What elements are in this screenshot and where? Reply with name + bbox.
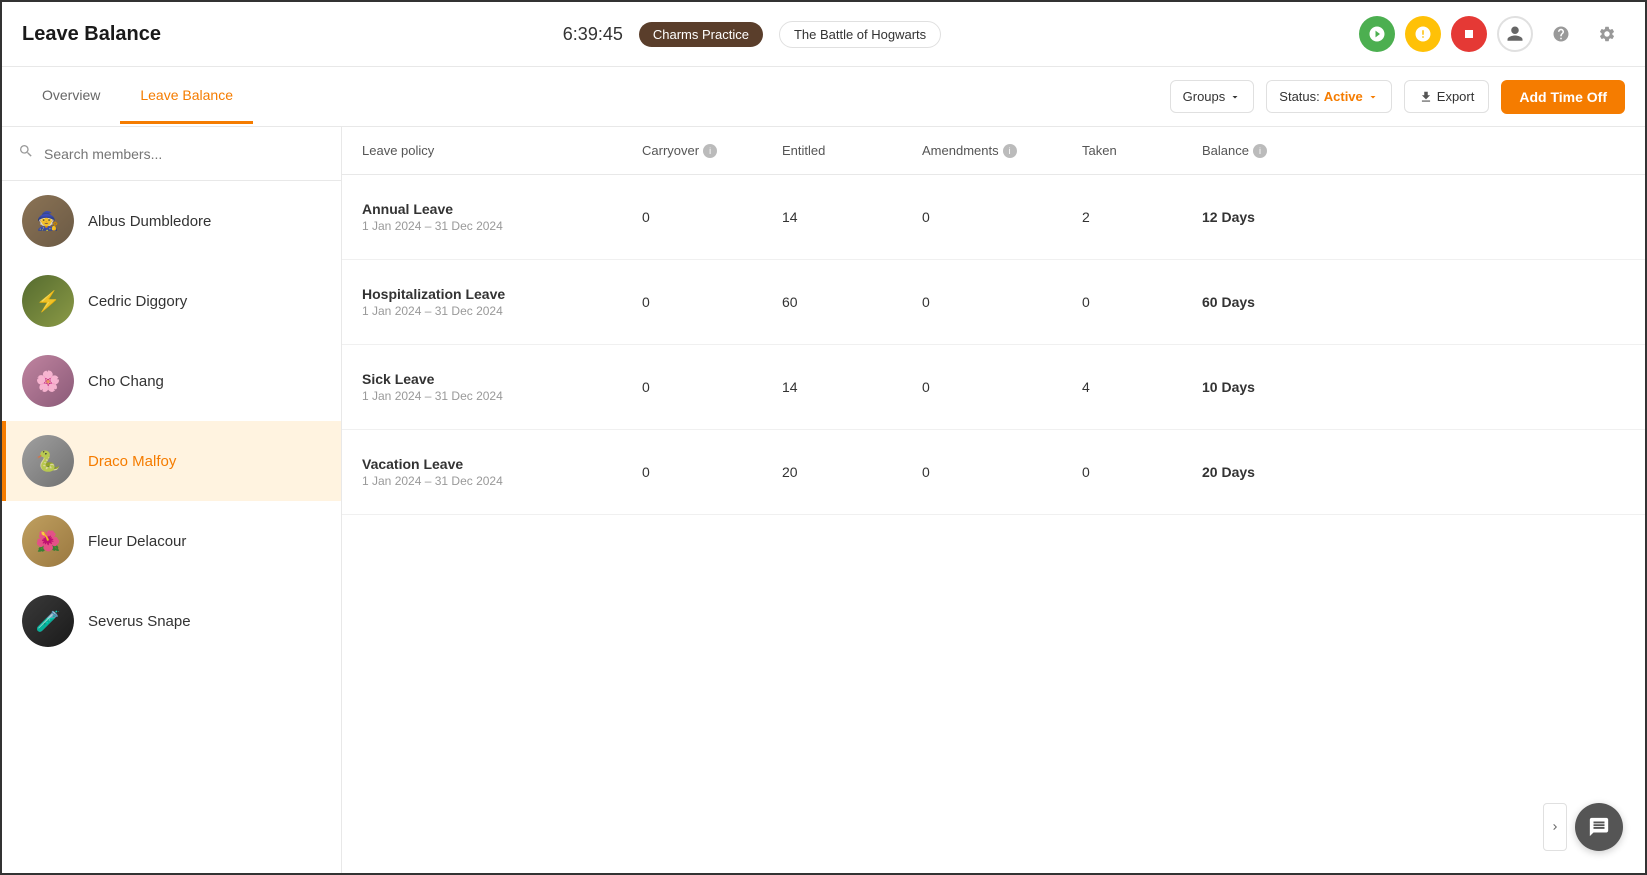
avatar-draco: 🐍 (22, 435, 74, 487)
col-carryover: Carryover i (642, 143, 782, 158)
edit-sick-button[interactable] (1382, 371, 1414, 403)
table-row-sick: Sick Leave 1 Jan 2024 – 31 Dec 2024 0 14… (342, 345, 1645, 430)
member-name-cedric: Cedric Diggory (88, 293, 187, 310)
page-title: Leave Balance (22, 23, 161, 46)
taken-hospitalization: 0 (1082, 294, 1202, 310)
avatar-severus: 🧪 (22, 595, 74, 647)
settings-icon[interactable] (1589, 16, 1625, 52)
reset-sick-button[interactable] (1420, 371, 1452, 403)
member-item-cedric[interactable]: ⚡ Cedric Diggory (2, 261, 341, 341)
balance-hospitalization: 60 Days (1202, 294, 1382, 310)
edit-annual-button[interactable] (1382, 201, 1414, 233)
charms-badge[interactable]: Charms Practice (639, 22, 763, 47)
member-item-severus[interactable]: 🧪 Severus Snape (2, 581, 341, 661)
reset-annual-button[interactable] (1420, 201, 1452, 233)
member-name-fleur: Fleur Delacour (88, 533, 186, 550)
balance-vacation: 20 Days (1202, 464, 1382, 480)
entitled-vacation: 20 (782, 464, 922, 480)
add-time-off-button[interactable]: Add Time Off (1501, 80, 1625, 114)
balance-sick: 10 Days (1202, 379, 1382, 395)
question-icon[interactable] (1543, 16, 1579, 52)
col-taken: Taken (1082, 143, 1202, 158)
status-filter[interactable]: Status: Active (1266, 80, 1392, 113)
chat-bubble[interactable] (1575, 803, 1623, 851)
taken-vacation: 0 (1082, 464, 1202, 480)
green-icon[interactable] (1359, 16, 1395, 52)
carryover-vacation: 0 (642, 464, 782, 480)
yellow-icon[interactable] (1405, 16, 1441, 52)
col-actions (1382, 143, 1462, 158)
amendments-sick: 0 (922, 379, 1082, 395)
member-name-draco: Draco Malfoy (88, 453, 176, 470)
avatar-cedric: ⚡ (22, 275, 74, 327)
carryover-hospitalization: 0 (642, 294, 782, 310)
reset-vacation-button[interactable] (1420, 456, 1452, 488)
table-header: Leave policy Carryover i Entitled Amendm… (342, 127, 1645, 175)
member-item-dumbledore[interactable]: 🧙 Albus Dumbledore (2, 181, 341, 261)
amendments-vacation: 0 (922, 464, 1082, 480)
policy-hospitalization: Hospitalization Leave 1 Jan 2024 – 31 De… (362, 286, 642, 318)
table-row-hospitalization: Hospitalization Leave 1 Jan 2024 – 31 De… (342, 260, 1645, 345)
col-leave-policy: Leave policy (362, 143, 642, 158)
entitled-annual: 14 (782, 209, 922, 225)
member-item-cho[interactable]: 🌸 Cho Chang (2, 341, 341, 421)
edit-vacation-button[interactable] (1382, 456, 1414, 488)
balance-annual: 12 Days (1202, 209, 1382, 225)
member-name-severus: Severus Snape (88, 613, 191, 630)
policy-vacation: Vacation Leave 1 Jan 2024 – 31 Dec 2024 (362, 456, 642, 488)
policy-sick: Sick Leave 1 Jan 2024 – 31 Dec 2024 (362, 371, 642, 403)
user-outline-icon[interactable] (1497, 16, 1533, 52)
col-balance: Balance i (1202, 143, 1382, 158)
col-entitled: Entitled (782, 143, 922, 158)
member-name-cho: Cho Chang (88, 373, 164, 390)
amendments-annual: 0 (922, 209, 1082, 225)
table-row-vacation: Vacation Leave 1 Jan 2024 – 31 Dec 2024 … (342, 430, 1645, 515)
search-input[interactable] (44, 146, 325, 162)
avatar-dumbledore: 🧙 (22, 195, 74, 247)
member-name-dumbledore: Albus Dumbledore (88, 213, 211, 230)
search-icon (18, 143, 34, 164)
balance-info-icon[interactable]: i (1253, 144, 1267, 158)
reset-hospitalization-button[interactable] (1420, 286, 1452, 318)
export-button[interactable]: Export (1404, 80, 1490, 113)
leave-table: Leave policy Carryover i Entitled Amendm… (342, 127, 1645, 873)
member-item-draco[interactable]: 🐍 Draco Malfoy (2, 421, 341, 501)
avatar-cho: 🌸 (22, 355, 74, 407)
member-item-fleur[interactable]: 🌺 Fleur Delacour (2, 501, 341, 581)
entitled-hospitalization: 60 (782, 294, 922, 310)
policy-annual: Annual Leave 1 Jan 2024 – 31 Dec 2024 (362, 201, 642, 233)
search-bar (2, 127, 341, 181)
scroll-right-button[interactable] (1543, 803, 1567, 851)
entitled-sick: 14 (782, 379, 922, 395)
amendments-info-icon[interactable]: i (1003, 144, 1017, 158)
avatar-fleur: 🌺 (22, 515, 74, 567)
carryover-annual: 0 (642, 209, 782, 225)
table-row-annual: Annual Leave 1 Jan 2024 – 31 Dec 2024 0 … (342, 175, 1645, 260)
tab-overview[interactable]: Overview (22, 69, 120, 124)
edit-hospitalization-button[interactable] (1382, 286, 1414, 318)
carryover-sick: 0 (642, 379, 782, 395)
taken-sick: 4 (1082, 379, 1202, 395)
red-stop-icon[interactable] (1451, 16, 1487, 52)
header-time: 6:39:45 (563, 24, 623, 45)
battle-badge[interactable]: The Battle of Hogwarts (779, 21, 941, 48)
amendments-hospitalization: 0 (922, 294, 1082, 310)
taken-annual: 2 (1082, 209, 1202, 225)
carryover-info-icon[interactable]: i (703, 144, 717, 158)
groups-button[interactable]: Groups (1170, 80, 1255, 113)
members-sidebar: 🧙 Albus Dumbledore ⚡ Cedric Diggory 🌸 Ch… (2, 127, 342, 873)
col-amendments: Amendments i (922, 143, 1082, 158)
tab-leave-balance[interactable]: Leave Balance (120, 69, 253, 124)
